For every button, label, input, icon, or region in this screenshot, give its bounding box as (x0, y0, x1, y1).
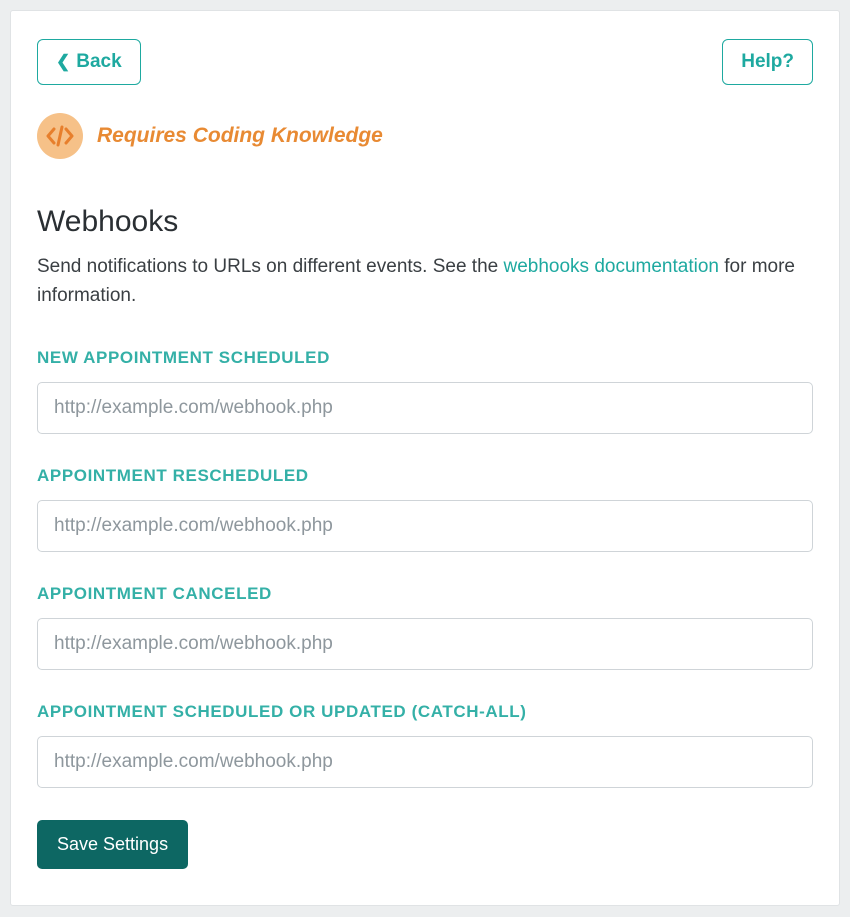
page-title: Webhooks (37, 205, 813, 239)
appointment-rescheduled-input[interactable] (37, 500, 813, 552)
code-icon (37, 113, 83, 159)
chevron-left-icon: ❮ (56, 52, 70, 72)
coding-knowledge-banner: Requires Coding Knowledge (37, 113, 813, 159)
field-appointment-rescheduled: APPOINTMENT RESCHEDULED (37, 466, 813, 552)
appointment-canceled-input[interactable] (37, 618, 813, 670)
back-button-label: Back (76, 51, 121, 73)
topbar: ❮ Back Help? (37, 39, 813, 85)
settings-card: ❮ Back Help? Requires Coding Knowledge W… (10, 10, 840, 906)
field-appointment-canceled: APPOINTMENT CANCELED (37, 584, 813, 670)
help-button[interactable]: Help? (722, 39, 813, 85)
desc-text-prefix: Send notifications to URLs on different … (37, 256, 504, 277)
appointment-catch-all-input[interactable] (37, 736, 813, 788)
page-description: Send notifications to URLs on different … (37, 253, 813, 310)
save-settings-button[interactable]: Save Settings (37, 820, 188, 869)
field-label: NEW APPOINTMENT SCHEDULED (37, 348, 813, 368)
field-label: APPOINTMENT SCHEDULED OR UPDATED (CATCH-… (37, 702, 813, 722)
help-button-label: Help? (741, 51, 794, 73)
field-new-appointment-scheduled: NEW APPOINTMENT SCHEDULED (37, 348, 813, 434)
new-appointment-scheduled-input[interactable] (37, 382, 813, 434)
field-label: APPOINTMENT RESCHEDULED (37, 466, 813, 486)
coding-knowledge-label: Requires Coding Knowledge (97, 124, 383, 148)
field-label: APPOINTMENT CANCELED (37, 584, 813, 604)
webhooks-documentation-link[interactable]: webhooks documentation (504, 256, 719, 277)
field-appointment-catch-all: APPOINTMENT SCHEDULED OR UPDATED (CATCH-… (37, 702, 813, 788)
save-settings-label: Save Settings (57, 834, 168, 854)
back-button[interactable]: ❮ Back (37, 39, 141, 85)
